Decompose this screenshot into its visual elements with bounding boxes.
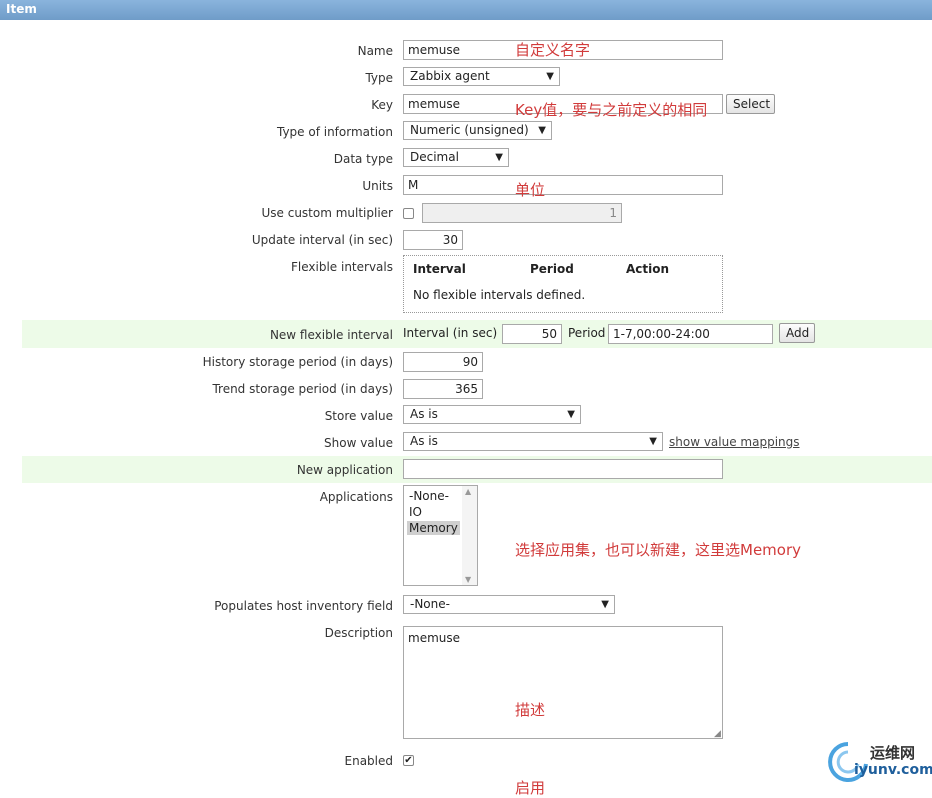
resize-handle-icon[interactable]: ◢ bbox=[714, 729, 721, 739]
units-label: Units bbox=[362, 179, 393, 193]
data-type-label: Data type bbox=[333, 152, 393, 166]
inventory-field-select[interactable]: -None- ▼ bbox=[403, 595, 615, 614]
form-title: Item bbox=[6, 2, 37, 16]
chevron-down-icon: ▼ bbox=[538, 125, 546, 136]
watermark-logo: 运维网 iyunv.com bbox=[828, 740, 932, 786]
flexible-intervals-label: Flexible intervals bbox=[291, 260, 393, 274]
column-period: Period bbox=[530, 262, 574, 276]
store-value-value: As is bbox=[410, 407, 438, 421]
show-value-value: As is bbox=[410, 434, 438, 448]
chevron-down-icon: ▼ bbox=[546, 71, 554, 82]
data-type-value: Decimal bbox=[410, 150, 459, 164]
new-application-input[interactable] bbox=[403, 459, 723, 479]
flex-period-input[interactable]: 1-7,00:00-24:00 bbox=[608, 324, 773, 344]
column-interval: Interval bbox=[413, 262, 466, 276]
application-option-none[interactable]: -None- bbox=[407, 489, 451, 503]
trend-storage-input[interactable]: 365 bbox=[403, 379, 483, 399]
units-input[interactable]: M bbox=[403, 175, 723, 195]
custom-multiplier-checkbox[interactable] bbox=[403, 208, 414, 219]
type-of-information-label: Type of information bbox=[276, 125, 393, 139]
name-annotation: 自定义名字 bbox=[515, 41, 591, 59]
enabled-label: Enabled bbox=[344, 754, 394, 768]
chevron-down-icon: ▼ bbox=[567, 409, 575, 420]
chevron-down-icon: ▼ bbox=[649, 436, 657, 447]
watermark-en: iyunv.com bbox=[854, 762, 932, 778]
chevron-down-icon: ▼ bbox=[601, 599, 609, 610]
scroll-up-icon[interactable]: ▲ bbox=[465, 487, 471, 496]
applications-listbox[interactable]: -None- IO Memory ▲ ▼ bbox=[403, 485, 478, 586]
application-option-io[interactable]: IO bbox=[407, 505, 424, 519]
applications-annotation: 选择应用集，也可以新建，这里选Memory bbox=[515, 541, 802, 559]
new-application-label: New application bbox=[296, 463, 393, 477]
data-type-select[interactable]: Decimal ▼ bbox=[403, 148, 509, 167]
form-header: Item bbox=[0, 0, 932, 20]
store-value-select[interactable]: As is ▼ bbox=[403, 405, 581, 424]
type-of-information-value: Numeric (unsigned) bbox=[410, 123, 529, 137]
checkmark-icon: ✔ bbox=[404, 755, 413, 766]
show-value-label: Show value bbox=[324, 436, 393, 450]
units-annotation: 单位 bbox=[515, 181, 546, 199]
type-select-value: Zabbix agent bbox=[410, 69, 490, 83]
type-of-information-select[interactable]: Numeric (unsigned) ▼ bbox=[403, 121, 552, 140]
scroll-down-icon[interactable]: ▼ bbox=[465, 575, 471, 584]
select-key-button[interactable]: Select bbox=[726, 94, 775, 114]
applications-label: Applications bbox=[319, 490, 393, 504]
store-value-label: Store value bbox=[324, 409, 393, 423]
flexible-intervals-empty: No flexible intervals defined. bbox=[413, 288, 586, 302]
new-flexible-interval-label: New flexible interval bbox=[269, 328, 393, 342]
show-value-mappings-link[interactable]: show value mappings bbox=[669, 435, 800, 449]
flexible-intervals-table: Interval Period Action No flexible inter… bbox=[403, 255, 723, 313]
enabled-annotation: 启用 bbox=[515, 779, 546, 797]
multiplier-input[interactable]: 1 bbox=[422, 203, 622, 223]
column-action: Action bbox=[626, 262, 670, 276]
key-annotation: Key值，要与之前定义的相同 bbox=[515, 101, 708, 119]
description-textarea[interactable]: memuse bbox=[403, 626, 723, 739]
use-custom-multiplier-label: Use custom multiplier bbox=[261, 206, 393, 220]
flex-interval-label: Interval (in sec) bbox=[403, 326, 498, 340]
flex-period-label: Period bbox=[568, 326, 606, 340]
show-value-select[interactable]: As is ▼ bbox=[403, 432, 663, 451]
trend-storage-label: Trend storage period (in days) bbox=[212, 382, 393, 396]
key-label: Key bbox=[371, 98, 393, 112]
watermark-cn: 运维网 bbox=[870, 744, 916, 762]
type-select[interactable]: Zabbix agent ▼ bbox=[403, 67, 560, 86]
populates-host-inventory-label: Populates host inventory field bbox=[214, 599, 393, 613]
update-interval-label: Update interval (in sec) bbox=[251, 233, 393, 247]
update-interval-input[interactable]: 30 bbox=[403, 230, 463, 250]
history-storage-label: History storage period (in days) bbox=[202, 355, 393, 369]
description-annotation: 描述 bbox=[515, 701, 546, 719]
application-option-memory[interactable]: Memory bbox=[407, 521, 460, 535]
flex-interval-input[interactable]: 50 bbox=[502, 324, 562, 344]
add-flex-interval-button[interactable]: Add bbox=[779, 323, 815, 343]
chevron-down-icon: ▼ bbox=[495, 152, 503, 163]
history-storage-input[interactable]: 90 bbox=[403, 352, 483, 372]
inventory-field-value: -None- bbox=[410, 597, 450, 611]
description-label: Description bbox=[324, 626, 393, 640]
type-label: Type bbox=[365, 71, 393, 85]
applications-scrollbar[interactable]: ▲ ▼ bbox=[462, 486, 477, 585]
name-label: Name bbox=[357, 44, 393, 58]
enabled-checkbox[interactable]: ✔ bbox=[403, 755, 414, 766]
